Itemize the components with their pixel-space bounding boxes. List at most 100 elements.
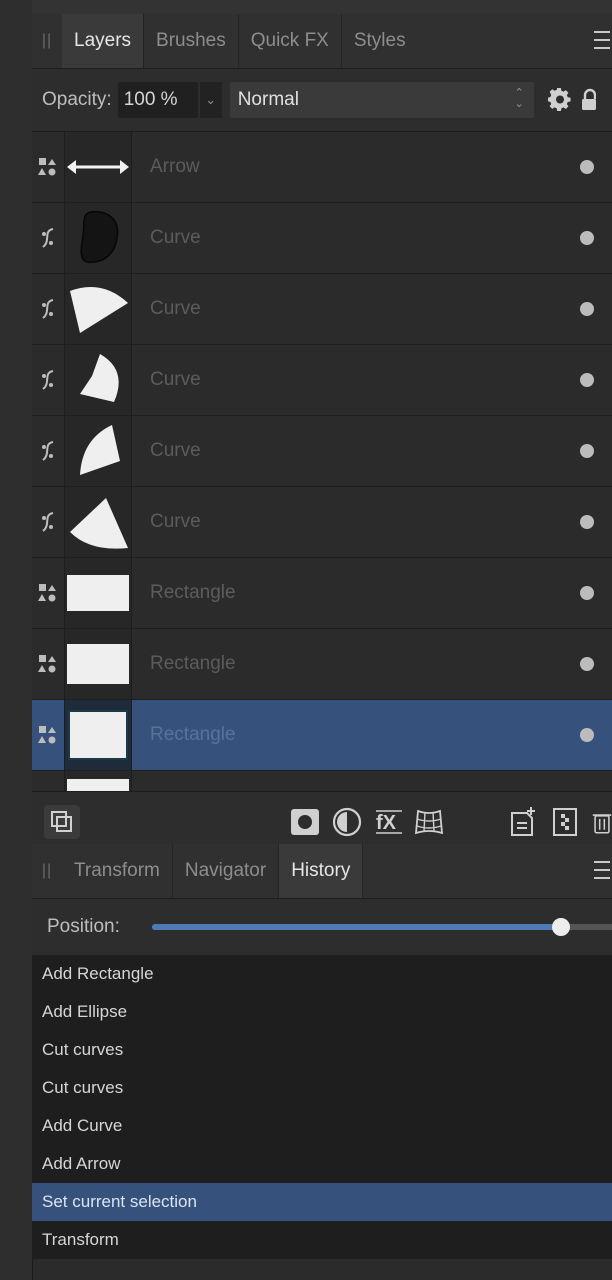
layer-name[interactable]: Rectangle bbox=[132, 629, 562, 699]
visibility-dot[interactable] bbox=[580, 728, 594, 742]
mesh-warp-icon bbox=[414, 809, 444, 835]
layer-name[interactable]: Rectangle bbox=[132, 700, 562, 770]
layers-list: Arrow Curve Curve Curve Curve Curve Rect… bbox=[32, 132, 612, 791]
tab-styles[interactable]: Styles bbox=[342, 14, 418, 68]
layer-name[interactable]: Curve bbox=[132, 416, 562, 486]
add-group-button[interactable] bbox=[550, 807, 580, 837]
layer-row-selected[interactable]: Rectangle bbox=[32, 700, 612, 771]
blend-mode-value: Normal bbox=[237, 89, 299, 110]
curve-icon bbox=[42, 299, 54, 319]
layer-name[interactable]: Rectangle bbox=[132, 558, 562, 628]
layer-thumbnail[interactable] bbox=[64, 274, 132, 344]
add-pixel-layer-button[interactable] bbox=[508, 807, 538, 837]
add-layer-icon bbox=[511, 807, 535, 836]
tab-transform[interactable]: Transform bbox=[62, 844, 173, 898]
visibility-dot[interactable] bbox=[580, 373, 594, 387]
curve-icon bbox=[42, 370, 54, 390]
layer-name[interactable]: Curve bbox=[132, 274, 562, 344]
history-item[interactable]: Transform bbox=[32, 1221, 612, 1259]
shapes-icon bbox=[38, 726, 56, 744]
slider-handle[interactable] bbox=[551, 918, 570, 936]
layer-row[interactable]: Rectangle bbox=[32, 629, 612, 700]
history-item[interactable]: Add Rectangle bbox=[32, 955, 612, 993]
history-list: Add Rectangle Add Ellipse Cut curves Cut cu… bbox=[32, 955, 612, 1259]
layer-stack-button[interactable] bbox=[44, 805, 80, 839]
layer-thumbnail[interactable] bbox=[64, 132, 132, 202]
opacity-label: Opacity: bbox=[42, 89, 112, 110]
delete-layer-button[interactable] bbox=[592, 807, 612, 837]
layer-thumbnail[interactable] bbox=[64, 629, 132, 699]
live-filter-button[interactable] bbox=[414, 807, 444, 837]
shapes-icon bbox=[38, 655, 56, 673]
curve-icon bbox=[42, 512, 54, 532]
panel-grip-icon[interactable]: || bbox=[32, 14, 62, 68]
layer-name[interactable]: Curve bbox=[132, 487, 562, 557]
layer-row[interactable]: Arrow bbox=[32, 132, 612, 203]
layer-name[interactable]: Curve bbox=[132, 203, 562, 273]
opacity-field[interactable]: 100 % bbox=[117, 82, 198, 118]
rectangle-thumbnail-icon bbox=[68, 710, 128, 760]
visibility-dot[interactable] bbox=[580, 160, 594, 174]
layer-row[interactable]: Curve bbox=[32, 345, 612, 416]
shapes-icon bbox=[38, 584, 56, 602]
panel-menu-icon[interactable] bbox=[594, 28, 610, 52]
layer-row[interactable]: Curve bbox=[32, 487, 612, 558]
layer-thumbnail[interactable] bbox=[64, 416, 132, 486]
tab-navigator[interactable]: Navigator bbox=[173, 844, 280, 898]
layer-thumbnail[interactable] bbox=[64, 558, 132, 628]
wedge-thumbnail-icon bbox=[70, 287, 128, 333]
visibility-dot[interactable] bbox=[580, 515, 594, 529]
layer-row[interactable]: Curve bbox=[32, 416, 612, 487]
layers-toolbar: fX bbox=[32, 791, 612, 852]
visibility-dot[interactable] bbox=[580, 444, 594, 458]
history-item-selected[interactable]: Set current selection bbox=[32, 1183, 612, 1221]
visibility-dot[interactable] bbox=[580, 586, 594, 600]
stack-icon bbox=[51, 811, 72, 832]
trash-icon bbox=[592, 814, 612, 834]
updown-chevron-icon: ⌃ ⌄ bbox=[514, 87, 524, 110]
history-panel: || Transform Navigator History Position:… bbox=[32, 844, 612, 1259]
fx-button[interactable]: fX bbox=[374, 807, 404, 837]
layer-row[interactable]: Curve bbox=[32, 203, 612, 274]
layer-thumbnail[interactable] bbox=[64, 487, 132, 557]
fx-icon: fX bbox=[376, 810, 402, 834]
lock-icon[interactable] bbox=[581, 88, 596, 112]
history-item[interactable]: Cut curves bbox=[32, 1069, 612, 1107]
adjustment-button[interactable] bbox=[332, 807, 362, 837]
history-position-slider[interactable] bbox=[152, 918, 612, 936]
panel-menu-icon[interactable] bbox=[594, 858, 610, 882]
blend-mode-select[interactable]: Normal ⌃ ⌄ bbox=[229, 82, 534, 118]
top-panel-strip bbox=[32, 0, 612, 15]
tab-quick-fx[interactable]: Quick FX bbox=[239, 14, 342, 68]
history-item[interactable]: Cut curves bbox=[32, 1031, 612, 1069]
curve-icon bbox=[42, 441, 54, 461]
layer-name[interactable]: Curve bbox=[132, 345, 562, 415]
history-item[interactable]: Add Curve bbox=[32, 1107, 612, 1145]
rectangle-thumbnail-icon bbox=[67, 779, 129, 791]
visibility-dot[interactable] bbox=[580, 302, 594, 316]
wedge-thumbnail-icon bbox=[80, 425, 120, 475]
gear-icon[interactable] bbox=[547, 88, 572, 112]
visibility-dot[interactable] bbox=[580, 657, 594, 671]
layer-row[interactable]: Rectangle bbox=[32, 558, 612, 629]
visibility-dot[interactable] bbox=[580, 231, 594, 245]
layer-thumbnail[interactable] bbox=[64, 700, 132, 770]
layer-thumbnail[interactable] bbox=[64, 345, 132, 415]
position-label: Position: bbox=[47, 916, 120, 937]
layers-panel-tabs: || Layers Brushes Quick FX Styles bbox=[32, 14, 612, 69]
tab-history[interactable]: History bbox=[279, 844, 364, 898]
mask-button[interactable] bbox=[290, 807, 320, 837]
tab-brushes[interactable]: Brushes bbox=[144, 14, 239, 68]
layer-row[interactable]: Curve bbox=[32, 274, 612, 345]
opacity-dropdown-chevron-icon[interactable]: ⌄ bbox=[199, 82, 222, 118]
layer-name[interactable]: Arrow bbox=[132, 132, 562, 202]
tab-layers[interactable]: Layers bbox=[62, 14, 145, 68]
adjustment-icon bbox=[332, 807, 362, 837]
blob-thumbnail-icon bbox=[80, 210, 119, 263]
layer-row-partial[interactable] bbox=[32, 771, 612, 791]
rectangle-thumbnail-icon bbox=[67, 644, 129, 684]
history-item[interactable]: Add Ellipse bbox=[32, 993, 612, 1031]
history-item[interactable]: Add Arrow bbox=[32, 1145, 612, 1183]
panel-grip-icon[interactable]: || bbox=[32, 844, 62, 898]
layer-thumbnail[interactable] bbox=[64, 203, 132, 273]
